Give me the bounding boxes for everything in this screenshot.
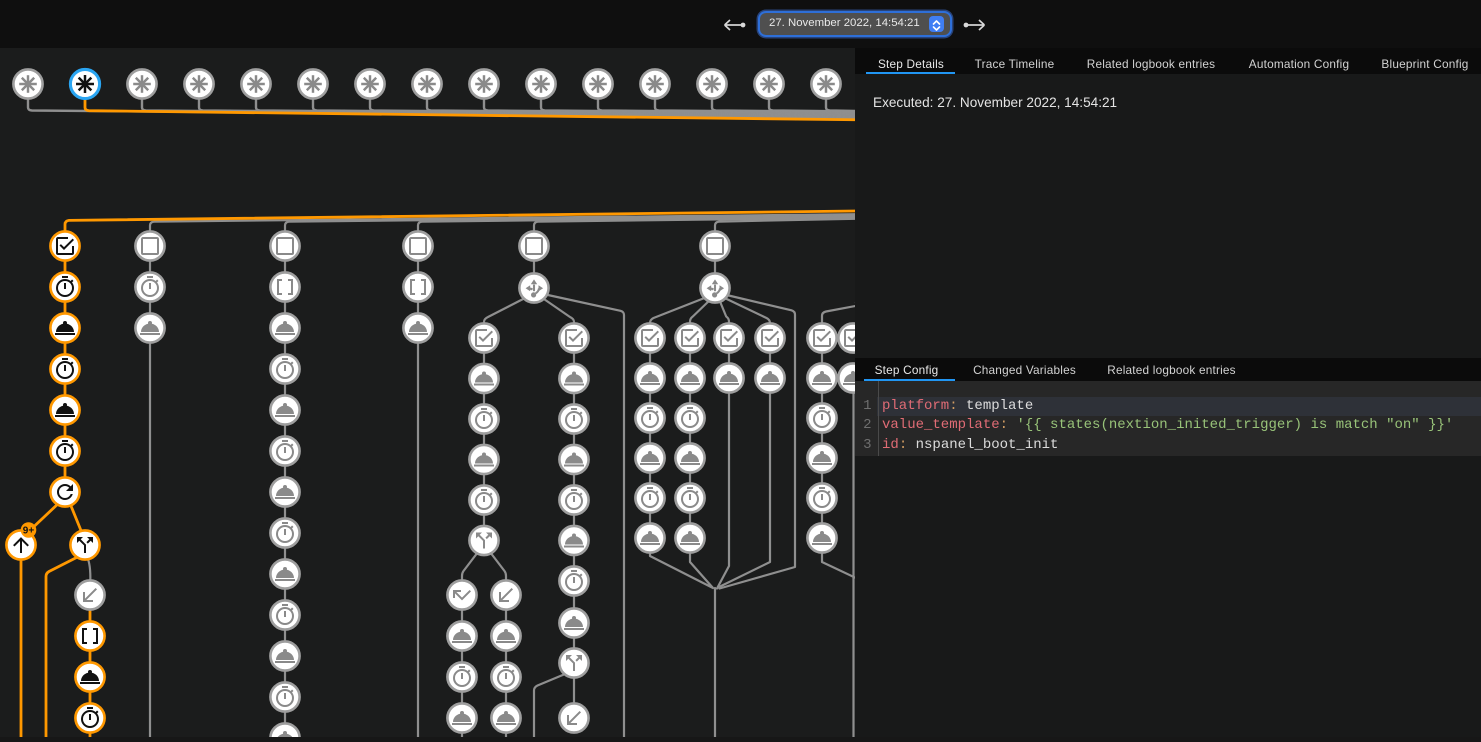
svg-text:9+: 9+ xyxy=(23,526,35,537)
